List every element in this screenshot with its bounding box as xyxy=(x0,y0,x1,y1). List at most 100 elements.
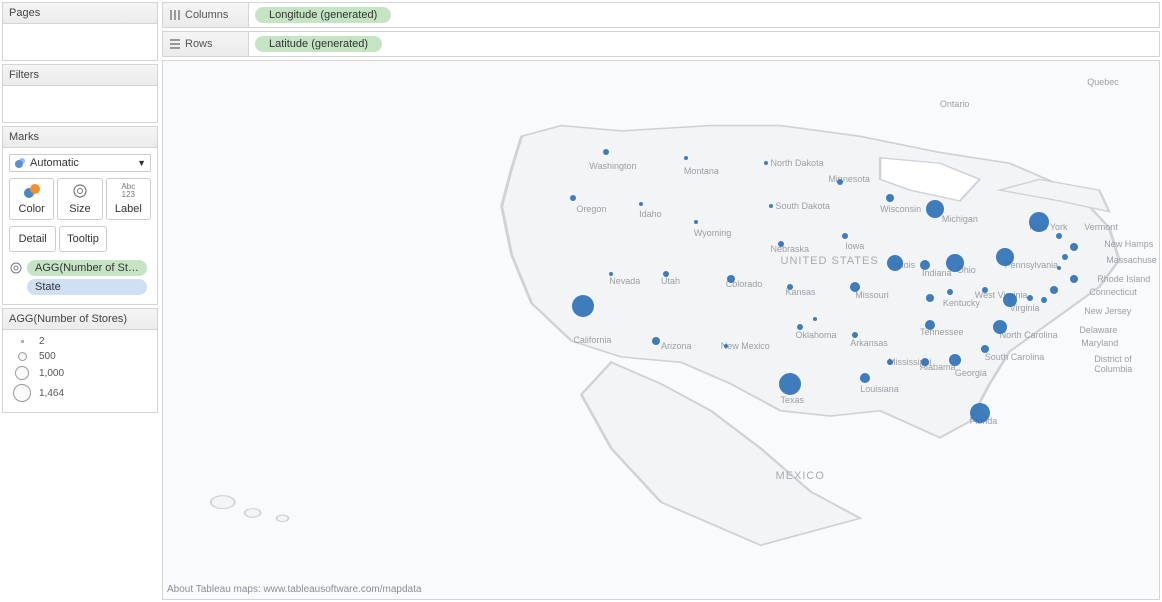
map-state-label: Utah xyxy=(661,276,680,286)
map-data-point[interactable] xyxy=(1070,275,1078,283)
detail-encoding-row[interactable]: State xyxy=(9,279,151,295)
map-data-point[interactable] xyxy=(837,179,843,185)
size-icon xyxy=(60,183,99,201)
map-data-point[interactable] xyxy=(949,354,961,366)
map-data-point[interactable] xyxy=(652,337,660,345)
map-data-point[interactable] xyxy=(947,289,953,295)
map-data-point[interactable] xyxy=(1057,266,1061,270)
legend-value: 1,000 xyxy=(39,368,64,379)
color-card[interactable]: Color xyxy=(9,178,54,220)
columns-label: Columns xyxy=(163,3,249,27)
map-data-point[interactable] xyxy=(852,332,858,338)
marks-type-dropdown[interactable]: Automatic ▼ xyxy=(9,154,151,172)
map-state-label: Oregon xyxy=(576,204,606,214)
map-state-label: Minnesota xyxy=(828,174,870,184)
map-data-point[interactable] xyxy=(1062,254,1068,260)
map-data-point[interactable] xyxy=(926,200,944,218)
color-label: Color xyxy=(19,203,45,215)
size-encoding-pill[interactable]: AGG(Number of Sto.. xyxy=(27,260,147,276)
map-data-point[interactable] xyxy=(860,373,870,383)
rows-pill[interactable]: Latitude (generated) xyxy=(255,36,382,52)
map-data-point[interactable] xyxy=(1003,293,1017,307)
columns-label-text: Columns xyxy=(185,9,228,21)
map-data-point[interactable] xyxy=(813,317,817,321)
map-data-point[interactable] xyxy=(797,324,803,330)
size-encoding-icon xyxy=(9,261,23,275)
map-data-point[interactable] xyxy=(724,344,728,348)
map-region-label: MEXICO xyxy=(776,470,825,482)
marks-shelf: Marks Automatic ▼ Color Size xyxy=(2,126,158,305)
map-data-point[interactable] xyxy=(684,156,688,160)
legend-row: 1,000 xyxy=(11,366,149,380)
map-region-label: District of Columbia xyxy=(1094,354,1159,374)
detail-encoding-pill[interactable]: State xyxy=(27,279,147,295)
columns-icon xyxy=(169,9,181,21)
map-data-point[interactable] xyxy=(727,275,735,283)
map-data-point[interactable] xyxy=(1041,297,1047,303)
legend-row: 1,464 xyxy=(11,384,149,402)
map-data-point[interactable] xyxy=(887,359,893,365)
map-state-label: Nevada xyxy=(609,276,640,286)
columns-pill[interactable]: Longitude (generated) xyxy=(255,7,391,23)
map-region-label: UNITED STATES xyxy=(781,255,879,267)
rows-label-text: Rows xyxy=(185,38,213,50)
rows-label: Rows xyxy=(163,32,249,56)
map-state-label: Iowa xyxy=(845,241,864,251)
size-legend[interactable]: AGG(Number of Stores) 25001,0001,464 xyxy=(2,308,158,413)
map-data-point[interactable] xyxy=(778,241,784,247)
size-encoding-row[interactable]: AGG(Number of Sto.. xyxy=(9,260,151,276)
map-data-point[interactable] xyxy=(982,287,988,293)
map-data-point[interactable] xyxy=(925,320,935,330)
map-region-label: New Jersey xyxy=(1084,306,1131,316)
map-data-point[interactable] xyxy=(570,195,576,201)
empty-card-slot xyxy=(110,226,151,252)
map-data-point[interactable] xyxy=(1027,295,1033,301)
pages-shelf[interactable]: Pages xyxy=(2,2,158,61)
map-data-point[interactable] xyxy=(639,202,643,206)
rows-shelf[interactable]: Rows Latitude (generated) xyxy=(162,31,1160,57)
map-data-point[interactable] xyxy=(886,194,894,202)
marks-type-value: Automatic xyxy=(30,157,79,169)
map-data-point[interactable] xyxy=(946,254,964,272)
map-data-point[interactable] xyxy=(970,403,990,423)
columns-shelf[interactable]: Columns Longitude (generated) xyxy=(162,2,1160,28)
map-region-label: Ontario xyxy=(940,99,970,109)
map-data-point[interactable] xyxy=(996,248,1014,266)
map-data-point[interactable] xyxy=(769,204,773,208)
map-data-point[interactable] xyxy=(572,295,594,317)
map-data-point[interactable] xyxy=(787,284,793,290)
label-card[interactable]: Abc 123 Label xyxy=(106,178,151,220)
map-data-point[interactable] xyxy=(850,282,860,292)
legend-row: 2 xyxy=(11,336,149,347)
map-data-point[interactable] xyxy=(1070,243,1078,251)
map-data-point[interactable] xyxy=(981,345,989,353)
map-data-point[interactable] xyxy=(993,320,1007,334)
filters-body[interactable] xyxy=(3,86,157,122)
map-state-label: Montana xyxy=(684,166,719,176)
map-data-point[interactable] xyxy=(921,358,929,366)
map-state-label: California xyxy=(573,335,611,345)
rows-content[interactable]: Latitude (generated) xyxy=(249,36,1159,52)
map-data-point[interactable] xyxy=(603,149,609,155)
map-data-point[interactable] xyxy=(926,294,934,302)
map-data-point[interactable] xyxy=(609,272,613,276)
detail-card[interactable]: Detail xyxy=(9,226,56,252)
map-data-point[interactable] xyxy=(887,255,903,271)
map-data-point[interactable] xyxy=(1056,233,1062,239)
map-data-point[interactable] xyxy=(694,220,698,224)
legend-circle-icon xyxy=(21,340,24,343)
map-data-point[interactable] xyxy=(920,260,930,270)
map-data-point[interactable] xyxy=(1029,212,1049,232)
pages-body[interactable] xyxy=(3,24,157,60)
tooltip-card[interactable]: Tooltip xyxy=(59,226,106,252)
columns-content[interactable]: Longitude (generated) xyxy=(249,7,1159,23)
map-data-point[interactable] xyxy=(842,233,848,239)
map-data-point[interactable] xyxy=(663,271,669,277)
map-viz[interactable]: About Tableau maps: www.tableausoftware.… xyxy=(162,60,1160,600)
map-data-point[interactable] xyxy=(1050,286,1058,294)
size-card[interactable]: Size xyxy=(57,178,102,220)
map-data-point[interactable] xyxy=(779,373,801,395)
map-data-point[interactable] xyxy=(764,161,768,165)
filters-shelf[interactable]: Filters xyxy=(2,64,158,123)
legend-value: 2 xyxy=(39,336,45,347)
